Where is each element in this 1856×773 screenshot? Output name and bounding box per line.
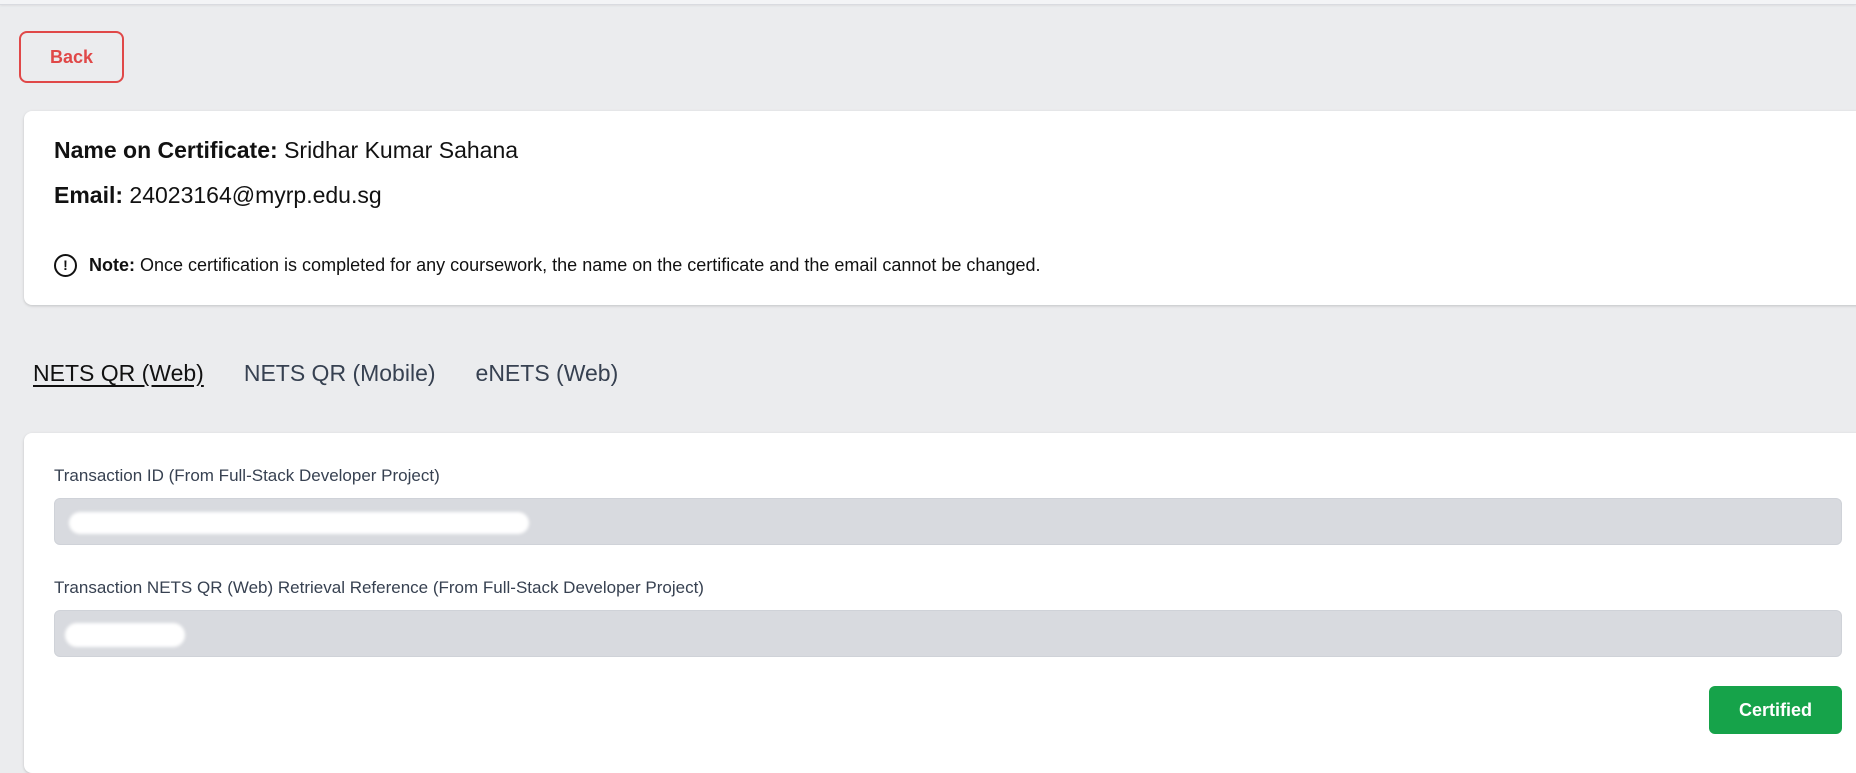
email-row: Email: 24023164@myrp.edu.sg	[54, 182, 382, 209]
note-text: Once certification is completed for any …	[140, 254, 1041, 275]
certificate-info-card: Name on Certificate: Sridhar Kumar Sahan…	[24, 111, 1856, 305]
certificate-name-label: Name on Certificate:	[54, 137, 278, 163]
certificate-name-row: Name on Certificate: Sridhar Kumar Sahan…	[54, 137, 518, 164]
retrieval-reference-field[interactable]	[54, 610, 1842, 657]
tab-enets-web[interactable]: eNETS (Web)	[476, 360, 619, 390]
redaction-mark	[65, 623, 185, 647]
email-value: 24023164@myrp.edu.sg	[129, 182, 382, 208]
tab-nets-qr-mobile[interactable]: NETS QR (Mobile)	[244, 360, 436, 390]
payment-method-tabs: NETS QR (Web) NETS QR (Mobile) eNETS (We…	[33, 360, 618, 390]
tab-nets-qr-web[interactable]: NETS QR (Web)	[33, 360, 204, 390]
transaction-form-card: Transaction ID (From Full-Stack Develope…	[24, 433, 1856, 773]
email-label: Email:	[54, 182, 124, 208]
note-label: Note:	[89, 254, 135, 275]
top-divider	[0, 0, 1856, 5]
certificate-note: ! Note: Once certification is completed …	[54, 252, 1041, 278]
certificate-name-value: Sridhar Kumar Sahana	[284, 137, 519, 163]
exclamation-circle-icon: !	[54, 253, 77, 277]
redaction-mark	[69, 512, 529, 534]
transaction-id-label: Transaction ID (From Full-Stack Develope…	[54, 466, 440, 485]
certified-button[interactable]: Certified	[1709, 686, 1842, 734]
back-button[interactable]: Back	[19, 31, 124, 83]
transaction-id-field[interactable]	[54, 498, 1842, 545]
retrieval-reference-label: Transaction NETS QR (Web) Retrieval Refe…	[54, 578, 704, 597]
